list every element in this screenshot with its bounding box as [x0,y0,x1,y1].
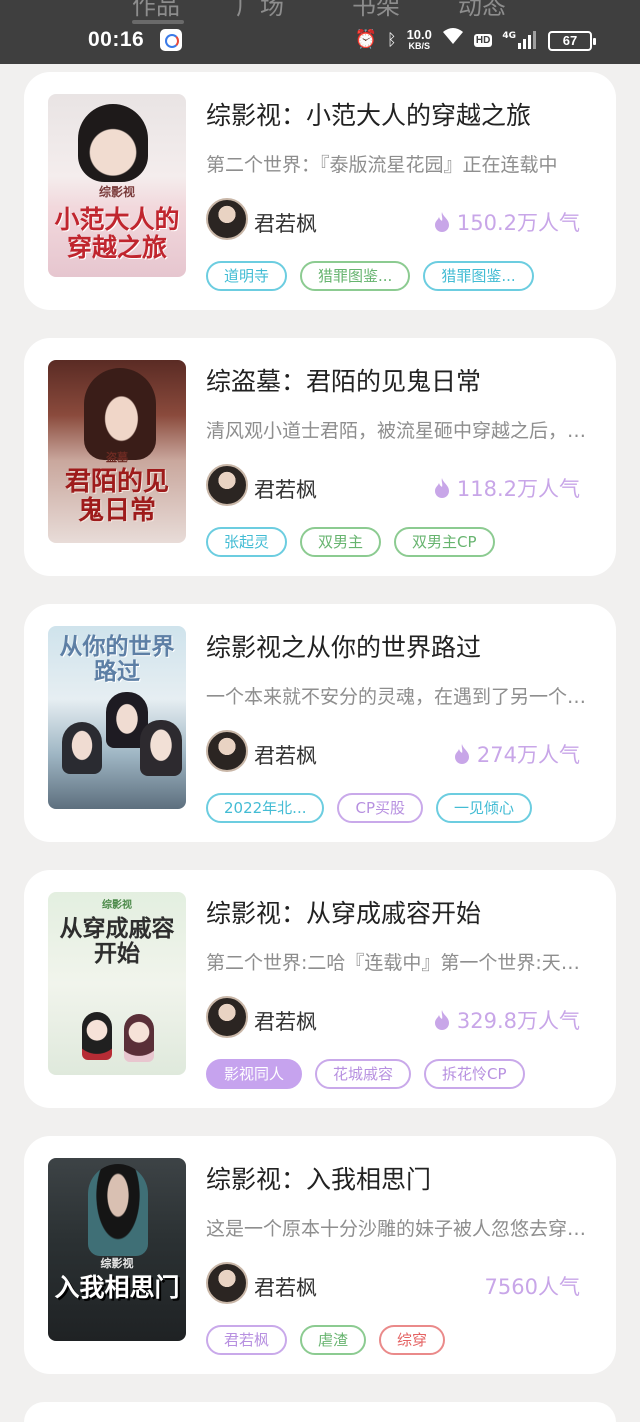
work-title[interactable]: 综盗墓：君陌的见鬼日常 [206,362,481,398]
flame-icon [434,212,449,232]
work-title[interactable]: 综影视：小范大人的穿越之旅 [206,96,531,132]
cover-figure [88,1164,148,1256]
cover-figure [78,104,148,182]
top-tabs: 作品 广场 书架 动态 [0,0,640,20]
cover-title: 从穿成戚容开始 [59,915,175,968]
tab-updates[interactable]: 动态 [458,0,506,21]
popularity: 7560人气 [485,1271,580,1301]
tab-bookshelf[interactable]: 书架 [352,0,400,21]
tag-list: 张起灵 双男主 双男主CP [206,527,495,557]
battery-icon: 67 [548,31,596,51]
work-description: 一个本来就不安分的灵魂，在遇到了另一个灵魂之后 [206,686,596,708]
tag[interactable]: 道明寺 [206,261,288,291]
work-description: 第二个世界：『泰版流星花园』正在连载中 [206,154,558,176]
cover-figure [82,1012,112,1060]
popularity: 118.2万人气 [433,473,580,503]
work-description: 第二个世界:二哈『连载中』第一个世界:天官赐福 [206,952,596,974]
flame-icon [434,478,449,498]
cover-title: 君陌的见鬼日常 [64,467,169,526]
cover-figure [84,368,156,460]
popularity: 329.8万人气 [433,1005,580,1035]
tag[interactable]: 拆花怜CP [424,1059,525,1089]
clock: 00:16 [88,28,145,51]
cellular-signal-icon: 4G [502,31,536,49]
popularity-count: 274万人气 [476,743,580,767]
author-avatar[interactable] [206,1262,248,1304]
tag-list: 道明寺 猎罪图鉴... 猎罪图鉴... [206,261,534,291]
network-speed: 10.0 KB/S [406,27,432,51]
popularity: 150.2万人气 [433,207,580,237]
active-tab-indicator [132,20,184,24]
tag[interactable]: 猎罪图鉴... [423,261,534,291]
author-name[interactable]: 君若枫 [254,208,317,238]
tag[interactable]: CP买股 [337,793,424,823]
author-avatar[interactable] [206,996,248,1038]
cover-figure [124,1014,154,1062]
tag[interactable]: 虐渣 [300,1325,367,1355]
flame-icon [434,1010,449,1030]
cover-subtitle: 盗墓 [106,451,128,464]
work-card[interactable] [24,1402,616,1422]
cover-title: 入我相思门 [54,1273,180,1302]
tag[interactable]: 双男主CP [394,527,495,557]
work-description: 这是一个原本十分沙雕的妹子被人忽悠去穿越的故事 [206,1218,596,1240]
cover-figure [62,722,102,774]
tab-works[interactable]: 作品 [132,0,180,21]
tag[interactable]: 综穿 [379,1325,446,1355]
tag[interactable]: 花城戚容 [315,1059,412,1089]
work-card[interactable]: 综影视 入我相思门 综影视：入我相思门 这是一个原本十分沙雕的妹子被人忽悠去穿越… [24,1136,616,1374]
hd-icon: HD [473,33,493,47]
book-cover[interactable]: 从你的世界路过 [48,626,186,809]
tag-list: 影视同人 花城戚容 拆花怜CP [206,1059,525,1089]
popularity-count: 118.2万人气 [456,477,580,501]
tag[interactable]: 双男主 [300,527,382,557]
book-cover[interactable]: 综影视 从穿成戚容开始 [48,892,186,1075]
tag[interactable]: 猎罪图鉴... [300,261,411,291]
tag-list: 君若枫 虐渣 综穿 [206,1325,446,1355]
work-card[interactable]: 综影视 小范大人的穿越之旅 综影视：小范大人的穿越之旅 第二个世界：『泰版流星花… [24,72,616,310]
cover-subtitle: 综影视 [102,900,132,911]
cover-title: 从你的世界路过 [59,633,175,686]
tab-square[interactable]: 广场 [236,0,284,21]
wifi-icon [442,27,464,53]
status-bar: 作品 广场 书架 动态 00:16 ⏰ ᛒ 10.0 KB/S HD 4G 67 [0,0,640,64]
author-name[interactable]: 君若枫 [254,1006,317,1036]
book-cover[interactable]: 综影视 入我相思门 [48,1158,186,1341]
author-avatar[interactable] [206,464,248,506]
status-icons: ⏰ ᛒ 10.0 KB/S HD 4G [355,27,536,53]
work-title[interactable]: 综影视：入我相思门 [206,1160,431,1196]
cover-figure [140,720,182,776]
popularity-count: 329.8万人气 [456,1009,580,1033]
author-name[interactable]: 君若枫 [254,474,317,504]
work-card[interactable]: 盗墓 君陌的见鬼日常 综盗墓：君陌的见鬼日常 清风观小道士君陌，被流星砸中穿越之… [24,338,616,576]
popularity-count: 7560人气 [484,1275,580,1299]
author-name[interactable]: 君若枫 [254,1272,317,1302]
notification-app-icon [160,29,182,51]
alarm-icon: ⏰ [354,29,377,50]
author-avatar[interactable] [206,198,248,240]
popularity: 274万人气 [453,739,580,769]
cover-title: 小范大人的穿越之旅 [54,205,180,262]
author-name[interactable]: 君若枫 [254,740,317,770]
tag[interactable]: 一见倾心 [436,793,533,823]
work-card[interactable]: 从你的世界路过 综影视之从你的世界路过 一个本来就不安分的灵魂，在遇到了另一个灵… [24,604,616,842]
tag[interactable]: 影视同人 [206,1059,303,1089]
bluetooth-icon: ᛒ [386,30,397,49]
tag[interactable]: 君若枫 [206,1325,288,1355]
tag-list: 2022年北... CP买股 一见倾心 [206,793,533,823]
work-title[interactable]: 综影视之从你的世界路过 [206,628,481,664]
tag[interactable]: 张起灵 [206,527,288,557]
cover-subtitle: 综影视 [100,1257,134,1270]
flame-icon [454,744,469,764]
book-cover[interactable]: 综影视 小范大人的穿越之旅 [48,94,186,277]
book-cover[interactable]: 盗墓 君陌的见鬼日常 [48,360,186,543]
cover-subtitle: 综影视 [98,185,135,199]
popularity-count: 150.2万人气 [456,211,580,235]
work-description: 清风观小道士君陌，被流星砸中穿越之后，开启了见鬼日常 [206,420,596,442]
work-title[interactable]: 综影视：从穿成戚容开始 [206,894,481,930]
author-avatar[interactable] [206,730,248,772]
work-card[interactable]: 综影视 从穿成戚容开始 综影视：从穿成戚容开始 第二个世界:二哈『连载中』第一个… [24,870,616,1108]
tag[interactable]: 2022年北... [206,793,325,823]
